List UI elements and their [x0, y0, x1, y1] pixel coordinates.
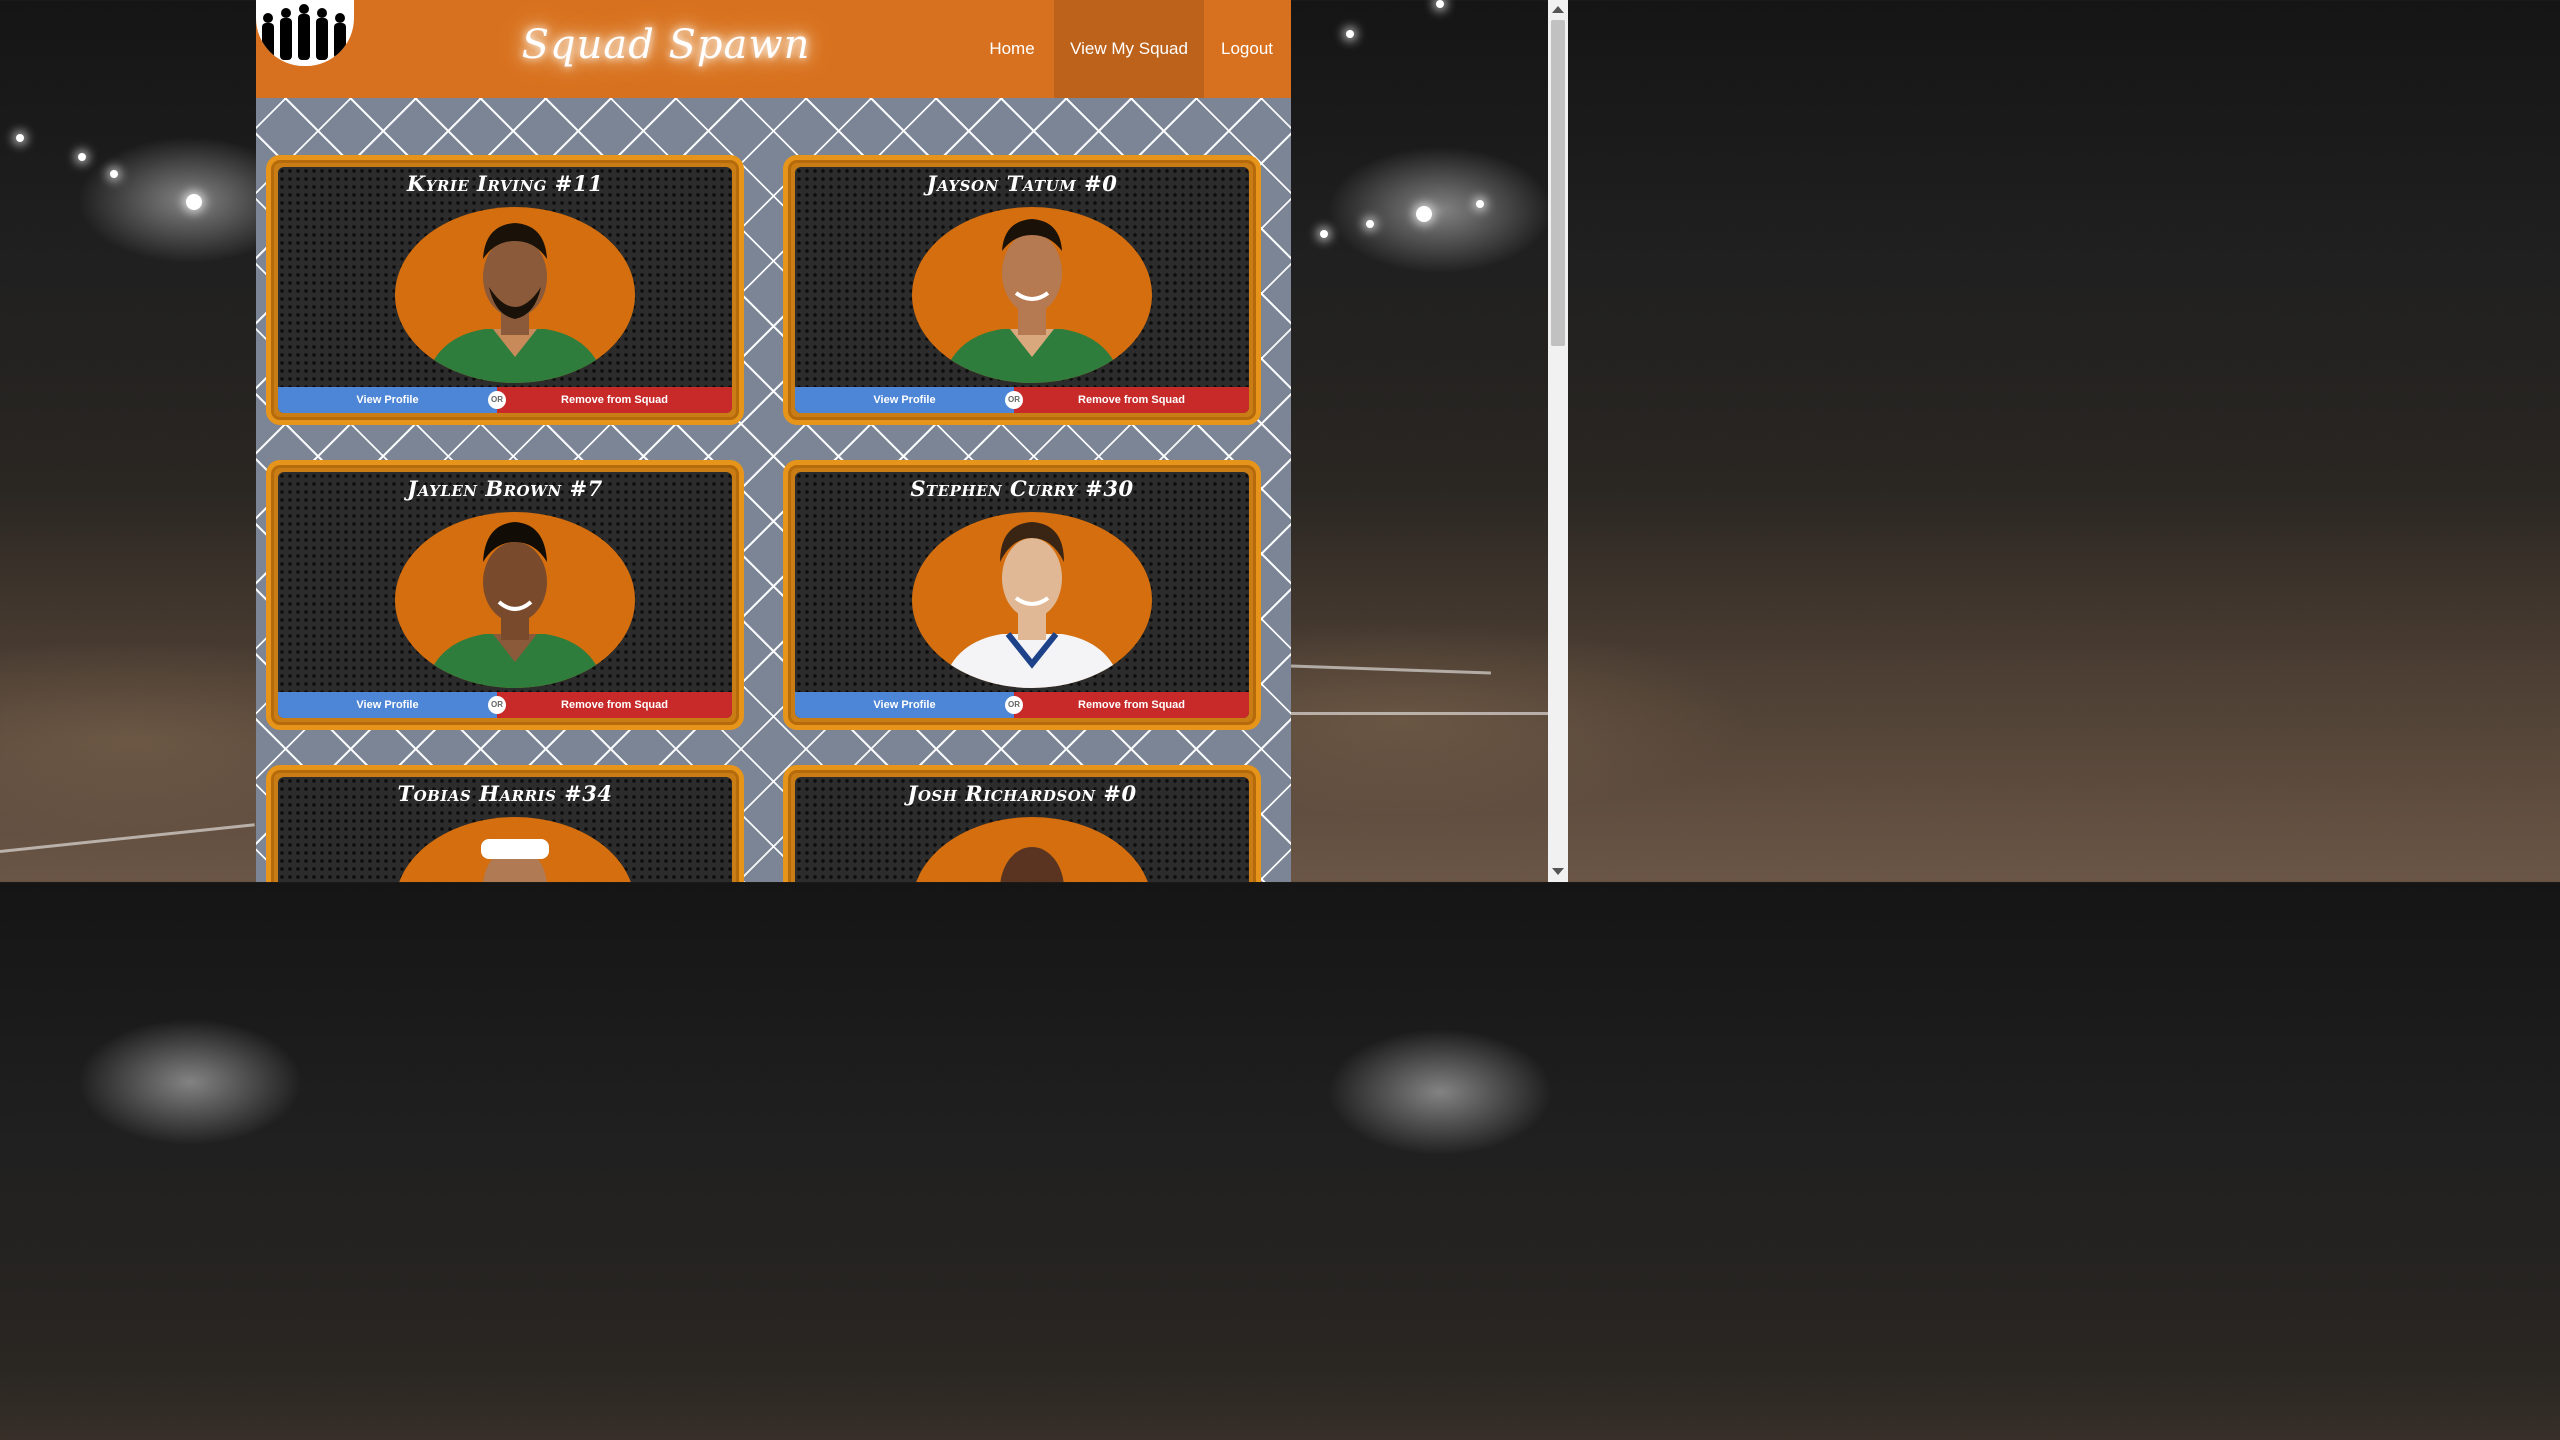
remove-from-squad-button[interactable]: Remove from Squad	[497, 692, 732, 718]
player-name: Tobias Harris #34	[397, 781, 613, 806]
view-profile-button[interactable]: View Profile	[795, 387, 1014, 413]
player-photo	[395, 207, 635, 383]
player-card: Jaylen Brown #7 View Profile Remove from…	[266, 460, 744, 730]
main-page: Squad Spawn Home View My Squad Logout Ky…	[256, 0, 1291, 882]
navbar: Squad Spawn Home View My Squad Logout	[256, 0, 1291, 98]
remove-from-squad-button[interactable]: Remove from Squad	[497, 387, 732, 413]
view-profile-button[interactable]: View Profile	[278, 692, 497, 718]
player-card: Kyrie Irving #11 View Profile Remove fro…	[266, 155, 744, 425]
nav-home[interactable]: Home	[972, 0, 1052, 98]
or-badge: OR	[1005, 391, 1023, 409]
player-photo	[395, 512, 635, 688]
player-name: Jayson Tatum #0	[926, 171, 1118, 196]
brand-title[interactable]: Squad Spawn	[506, 22, 826, 68]
nav-logout[interactable]: Logout	[1206, 0, 1288, 98]
page-scrollbar[interactable]	[1548, 0, 1568, 882]
player-name: Stephen Curry #30	[910, 476, 1134, 501]
player-card: Josh Richardson #0	[783, 765, 1261, 882]
or-badge: OR	[488, 696, 506, 714]
player-card: Jayson Tatum #0 View Profile Remove from…	[783, 155, 1261, 425]
scrollbar-thumb[interactable]	[1551, 20, 1565, 346]
squad-logo[interactable]	[256, 0, 354, 66]
scroll-up-arrow-icon[interactable]	[1552, 6, 1564, 13]
player-photo	[912, 817, 1152, 882]
or-badge: OR	[1005, 696, 1023, 714]
player-photo	[912, 207, 1152, 383]
nav-view-my-squad[interactable]: View My Squad	[1054, 0, 1204, 98]
view-profile-button[interactable]: View Profile	[795, 692, 1014, 718]
player-card: Stephen Curry #30 View Profile Remove fr…	[783, 460, 1261, 730]
player-photo	[395, 817, 635, 882]
player-name: Kyrie Irving #11	[406, 171, 604, 196]
scroll-down-arrow-icon[interactable]	[1552, 868, 1564, 875]
player-name: Jaylen Brown #7	[407, 476, 603, 501]
or-badge: OR	[488, 391, 506, 409]
player-photo	[912, 512, 1152, 688]
view-profile-button[interactable]: View Profile	[278, 387, 497, 413]
player-name: Josh Richardson #0	[907, 781, 1137, 806]
remove-from-squad-button[interactable]: Remove from Squad	[1014, 387, 1249, 413]
player-card: Tobias Harris #34	[266, 765, 744, 882]
remove-from-squad-button[interactable]: Remove from Squad	[1014, 692, 1249, 718]
